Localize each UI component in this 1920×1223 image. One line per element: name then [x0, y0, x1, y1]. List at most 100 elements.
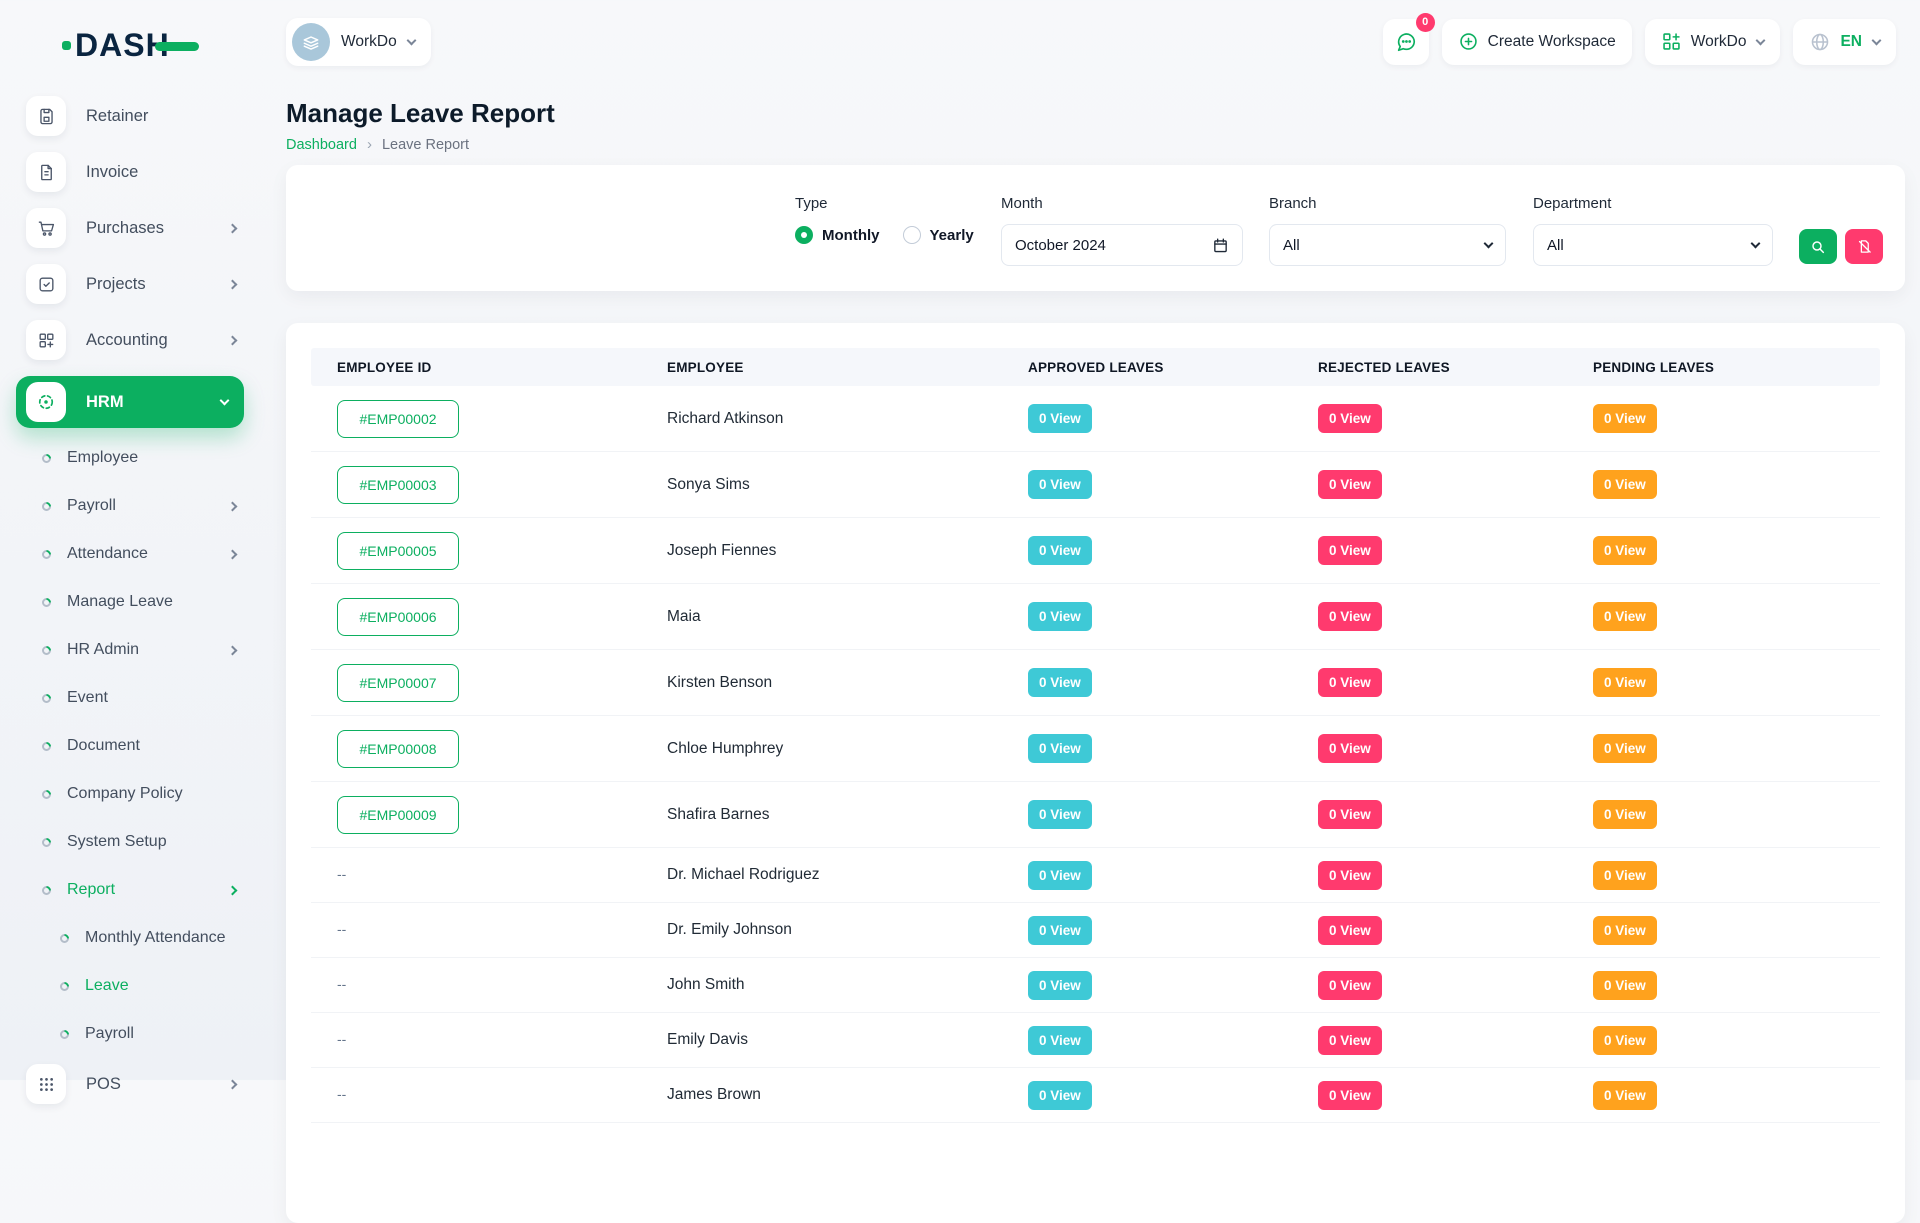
approved-leaves-view-badge[interactable]: 0 View	[1028, 404, 1092, 433]
rejected-leaves-view-badge[interactable]: 0 View	[1318, 470, 1382, 499]
filter-card: Type Monthly Yearly Month October 2024	[286, 165, 1905, 291]
sidebar-item-payroll[interactable]: Payroll	[0, 488, 244, 524]
sidebar-item-purchases[interactable]: Purchases	[26, 208, 244, 248]
language-button[interactable]: EN	[1793, 19, 1896, 65]
pending-leaves-view-badge[interactable]: 0 View	[1593, 916, 1657, 945]
employee-id-button[interactable]: #EMP00009	[337, 796, 459, 834]
sidebar-item-label: HRM	[86, 393, 124, 412]
yearly-radio-label[interactable]: Yearly	[930, 227, 974, 244]
logo-dot	[62, 41, 71, 50]
sidebar-item-hr-admin[interactable]: HR Admin	[0, 632, 244, 668]
sidebar-item-accounting[interactable]: Accounting	[26, 320, 244, 360]
month-input[interactable]: October 2024	[1001, 224, 1243, 266]
yearly-radio[interactable]	[903, 226, 921, 244]
sidebar-item-company-policy[interactable]: Company Policy	[0, 776, 244, 812]
sidebar-nav: Retainer Invoice Purchases Projects	[0, 96, 260, 1104]
table-row: -- Emily Davis 0 View 0 View 0 View	[311, 1013, 1880, 1068]
employee-id-button[interactable]: --	[337, 866, 346, 882]
rejected-leaves-view-badge[interactable]: 0 View	[1318, 404, 1382, 433]
employee-id-button[interactable]: #EMP00003	[337, 466, 459, 504]
approved-leaves-view-badge[interactable]: 0 View	[1028, 602, 1092, 631]
rejected-leaves-view-badge[interactable]: 0 View	[1318, 602, 1382, 631]
rejected-leaves-view-badge[interactable]: 0 View	[1318, 734, 1382, 763]
sidebar-item-invoice[interactable]: Invoice	[26, 152, 244, 192]
department-select[interactable]: All	[1533, 224, 1773, 266]
rejected-leaves-view-badge[interactable]: 0 View	[1318, 1026, 1382, 1055]
pending-leaves-view-badge[interactable]: 0 View	[1593, 602, 1657, 631]
sidebar-item-report[interactable]: Report	[0, 872, 244, 908]
messages-button[interactable]: 0	[1383, 19, 1429, 65]
column-employee-id: EMPLOYEE ID	[311, 360, 641, 375]
pending-leaves-view-badge[interactable]: 0 View	[1593, 971, 1657, 1000]
approved-leaves-view-badge[interactable]: 0 View	[1028, 1026, 1092, 1055]
rejected-leaves-view-badge[interactable]: 0 View	[1318, 536, 1382, 565]
branch-select[interactable]: All	[1269, 224, 1506, 266]
page-content: Manage Leave Report Dashboard › Leave Re…	[260, 98, 1920, 1223]
breadcrumb-dashboard-link[interactable]: Dashboard	[286, 137, 357, 153]
approved-leaves-view-badge[interactable]: 0 View	[1028, 916, 1092, 945]
brand-logo[interactable]: DASH	[62, 26, 260, 64]
chevron-right-icon	[228, 223, 238, 233]
bullet-ring-icon	[40, 692, 53, 705]
sidebar-item-system-setup[interactable]: System Setup	[0, 824, 244, 860]
rejected-leaves-view-badge[interactable]: 0 View	[1318, 668, 1382, 697]
sidebar-item-leave[interactable]: Leave	[0, 968, 244, 1004]
pending-leaves-view-badge[interactable]: 0 View	[1593, 404, 1657, 433]
employee-id-button[interactable]: --	[337, 976, 346, 992]
workspace-selector[interactable]: WorkDo	[286, 18, 431, 66]
sidebar-item-label: Payroll	[85, 1025, 134, 1043]
sidebar-item-hrm[interactable]: HRM	[16, 376, 244, 428]
search-button[interactable]	[1799, 229, 1837, 264]
sidebar-item-label: Payroll	[67, 497, 116, 515]
approved-leaves-view-badge[interactable]: 0 View	[1028, 668, 1092, 697]
sidebar-item-event[interactable]: Event	[0, 680, 244, 716]
sidebar-item-employee[interactable]: Employee	[0, 440, 244, 476]
pending-leaves-view-badge[interactable]: 0 View	[1593, 668, 1657, 697]
pending-leaves-view-badge[interactable]: 0 View	[1593, 1026, 1657, 1055]
app-switcher-button[interactable]: WorkDo	[1645, 19, 1781, 65]
employee-id-button[interactable]: --	[337, 1031, 346, 1047]
rejected-leaves-view-badge[interactable]: 0 View	[1318, 1081, 1382, 1110]
approved-leaves-view-badge[interactable]: 0 View	[1028, 800, 1092, 829]
reset-button[interactable]	[1845, 229, 1883, 264]
monthly-radio[interactable]	[795, 226, 813, 244]
chevron-right-icon	[228, 279, 238, 289]
sidebar-item-payroll-report[interactable]: Payroll	[0, 1016, 244, 1052]
pending-leaves-view-badge[interactable]: 0 View	[1593, 536, 1657, 565]
pending-leaves-view-badge[interactable]: 0 View	[1593, 800, 1657, 829]
sidebar-item-projects[interactable]: Projects	[26, 264, 244, 304]
employee-id-button[interactable]: #EMP00005	[337, 532, 459, 570]
employee-id-button[interactable]: --	[337, 1086, 346, 1102]
approved-leaves-view-badge[interactable]: 0 View	[1028, 734, 1092, 763]
monthly-radio-label[interactable]: Monthly	[822, 227, 880, 244]
approved-leaves-view-badge[interactable]: 0 View	[1028, 536, 1092, 565]
approved-leaves-view-badge[interactable]: 0 View	[1028, 470, 1092, 499]
pending-leaves-view-badge[interactable]: 0 View	[1593, 1081, 1657, 1110]
employee-id-button[interactable]: #EMP00002	[337, 400, 459, 438]
employee-id-button[interactable]: #EMP00007	[337, 664, 459, 702]
approved-leaves-view-badge[interactable]: 0 View	[1028, 861, 1092, 890]
sidebar-item-document[interactable]: Document	[0, 728, 244, 764]
employee-name: Shafira Barnes	[667, 806, 770, 823]
create-workspace-button[interactable]: Create Workspace	[1442, 19, 1632, 65]
pending-leaves-view-badge[interactable]: 0 View	[1593, 470, 1657, 499]
month-value: October 2024	[1015, 237, 1106, 254]
approved-leaves-view-badge[interactable]: 0 View	[1028, 971, 1092, 1000]
bullet-ring-icon	[40, 884, 53, 897]
rejected-leaves-view-badge[interactable]: 0 View	[1318, 971, 1382, 1000]
sidebar-item-manage-leave[interactable]: Manage Leave	[0, 584, 244, 620]
pending-leaves-view-badge[interactable]: 0 View	[1593, 861, 1657, 890]
rejected-leaves-view-badge[interactable]: 0 View	[1318, 861, 1382, 890]
rejected-leaves-view-badge[interactable]: 0 View	[1318, 916, 1382, 945]
employee-id-button[interactable]: --	[337, 921, 346, 937]
calendar-icon[interactable]	[1212, 237, 1229, 254]
employee-name: Chloe Humphrey	[667, 740, 783, 757]
employee-id-button[interactable]: #EMP00006	[337, 598, 459, 636]
pending-leaves-view-badge[interactable]: 0 View	[1593, 734, 1657, 763]
approved-leaves-view-badge[interactable]: 0 View	[1028, 1081, 1092, 1110]
sidebar-item-attendance[interactable]: Attendance	[0, 536, 244, 572]
rejected-leaves-view-badge[interactable]: 0 View	[1318, 800, 1382, 829]
sidebar-item-retainer[interactable]: Retainer	[26, 96, 244, 136]
employee-id-button[interactable]: #EMP00008	[337, 730, 459, 768]
sidebar-item-monthly-attendance[interactable]: Monthly Attendance	[0, 920, 244, 956]
